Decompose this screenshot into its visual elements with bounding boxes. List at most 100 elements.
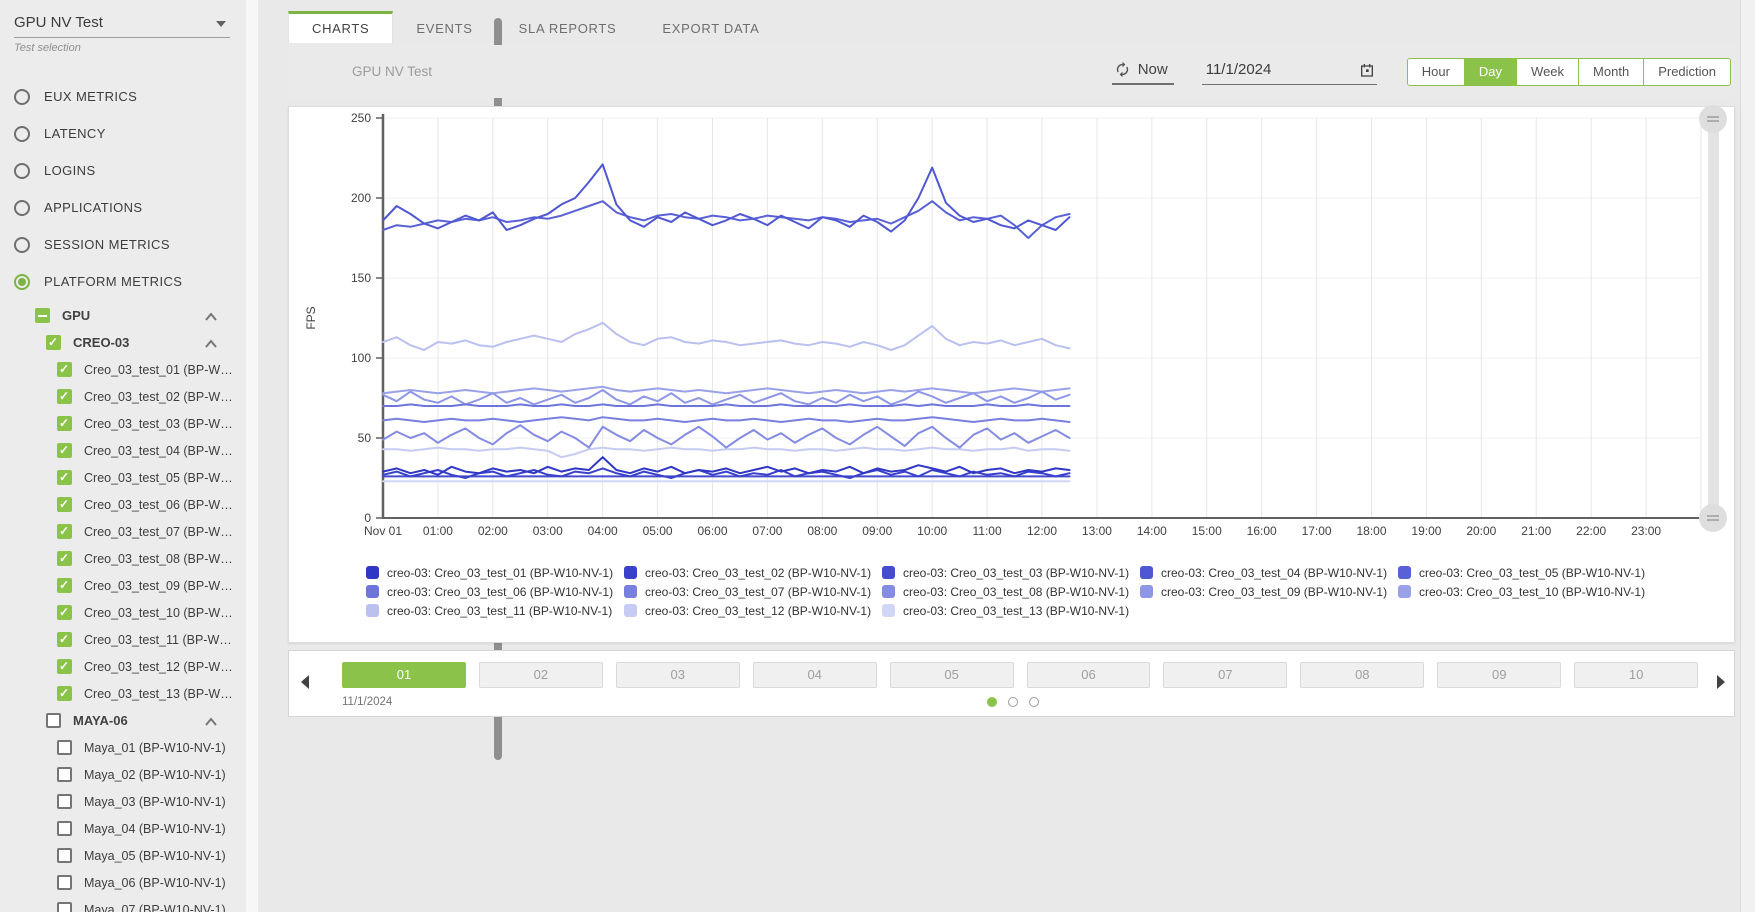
tree-test-item[interactable]: Creo_03_test_10 (BP-W10-NV-1) [14,599,246,626]
test-selector-dropdown[interactable]: GPU NV Test Test selection [14,14,230,54]
tree-test-item[interactable]: Creo_03_test_05 (BP-W10-NV-1) [14,464,246,491]
checkbox-checked-icon[interactable] [57,389,72,404]
tree-test-item[interactable]: Maya_04 (BP-W10-NV-1) [14,815,246,842]
tree-test-item[interactable]: Creo_03_test_03 (BP-W10-NV-1) [14,410,246,437]
day-tile-05[interactable]: 05 [890,662,1014,688]
tree-host-creo-03[interactable]: CREO-03 [14,329,246,356]
day-tile-01[interactable]: 01 [342,662,466,688]
legend-item-creo-03-test-13-bp-w10-nv-1[interactable]: creo-03: Creo_03_test_13 (BP-W10-NV-1) [882,604,1140,618]
metric-radio-logins[interactable]: LOGINS [14,152,246,189]
tree-test-item[interactable]: Creo_03_test_01 (BP-W10-NV-1) [14,356,246,383]
legend-item-creo-03-test-07-bp-w10-nv-1[interactable]: creo-03: Creo_03_test_07 (BP-W10-NV-1) [624,585,882,599]
checkbox-checked-icon[interactable] [57,632,72,647]
checkbox-checked-icon[interactable] [57,578,72,593]
tree-test-item[interactable]: Maya_07 (BP-W10-NV-1) [14,896,246,912]
tree-test-item[interactable]: Creo_03_test_09 (BP-W10-NV-1) [14,572,246,599]
tree-group-gpu[interactable]: GPU [14,302,246,329]
pagination-dot-3[interactable] [1029,697,1039,707]
tree-test-item[interactable]: Creo_03_test_12 (BP-W10-NV-1) [14,653,246,680]
tree-test-item[interactable]: Maya_03 (BP-W10-NV-1) [14,788,246,815]
tree-test-item[interactable]: Creo_03_test_06 (BP-W10-NV-1) [14,491,246,518]
checkbox-checked-icon[interactable] [57,551,72,566]
page-prev-arrow-icon[interactable] [301,675,309,689]
checkbox-unchecked-icon[interactable] [57,767,72,782]
tree-test-item[interactable]: Creo_03_test_08 (BP-W10-NV-1) [14,545,246,572]
vertical-zoom-slider-handle-bottom[interactable] [1699,504,1727,532]
pagination-dot-2[interactable] [1008,697,1018,707]
range-button-prediction[interactable]: Prediction [1643,59,1730,85]
tree-test-item[interactable]: Creo_03_test_07 (BP-W10-NV-1) [14,518,246,545]
checkbox-unchecked-icon[interactable] [57,848,72,863]
legend-item-creo-03-test-09-bp-w10-nv-1[interactable]: creo-03: Creo_03_test_09 (BP-W10-NV-1) [1140,585,1398,599]
checkbox-unchecked-icon[interactable] [57,794,72,809]
tree-test-item[interactable]: Maya_05 (BP-W10-NV-1) [14,842,246,869]
calendar-icon[interactable] [1359,62,1375,78]
checkbox-unchecked-icon[interactable] [57,740,72,755]
legend-item-creo-03-test-11-bp-w10-nv-1[interactable]: creo-03: Creo_03_test_11 (BP-W10-NV-1) [366,604,624,618]
metric-radio-session-metrics[interactable]: SESSION METRICS [14,226,246,263]
range-button-day[interactable]: Day [1464,59,1516,85]
day-tile-03[interactable]: 03 [616,662,740,688]
day-tile-08[interactable]: 08 [1300,662,1424,688]
checkbox-indeterminate-icon[interactable] [35,308,50,323]
range-button-hour[interactable]: Hour [1408,59,1464,85]
metric-radio-eux-metrics[interactable]: EUX METRICS [14,78,246,115]
tree-test-item[interactable]: Maya_06 (BP-W10-NV-1) [14,869,246,896]
day-tile-10[interactable]: 10 [1574,662,1698,688]
chevron-up-icon[interactable] [204,717,218,727]
sidebar-scrollbar-track[interactable] [246,0,258,912]
day-tile-09[interactable]: 09 [1437,662,1561,688]
vertical-zoom-slider-track[interactable] [1708,119,1719,518]
range-button-month[interactable]: Month [1578,59,1643,85]
legend-item-creo-03-test-02-bp-w10-nv-1[interactable]: creo-03: Creo_03_test_02 (BP-W10-NV-1) [624,566,882,580]
checkbox-checked-icon[interactable] [57,659,72,674]
metric-radio-platform-metrics[interactable]: PLATFORM METRICS [14,263,246,300]
day-tile-02[interactable]: 02 [479,662,603,688]
checkbox-checked-icon[interactable] [57,524,72,539]
tree-host-maya-06[interactable]: MAYA-06 [14,707,246,734]
metric-radio-applications[interactable]: APPLICATIONS [14,189,246,226]
tree-test-item[interactable]: Maya_02 (BP-W10-NV-1) [14,761,246,788]
tab-sla-reports[interactable]: SLA REPORTS [496,11,640,43]
legend-item-creo-03-test-08-bp-w10-nv-1[interactable]: creo-03: Creo_03_test_08 (BP-W10-NV-1) [882,585,1140,599]
tab-events[interactable]: EVENTS [393,11,495,43]
metric-radio-latency[interactable]: LATENCY [14,115,246,152]
checkbox-unchecked-icon[interactable] [57,902,72,912]
legend-item-creo-03-test-10-bp-w10-nv-1[interactable]: creo-03: Creo_03_test_10 (BP-W10-NV-1) [1398,585,1656,599]
checkbox-unchecked-icon[interactable] [57,875,72,890]
chevron-up-icon[interactable] [204,339,218,349]
checkbox-checked-icon[interactable] [46,335,61,350]
checkbox-checked-icon[interactable] [57,686,72,701]
legend-item-creo-03-test-12-bp-w10-nv-1[interactable]: creo-03: Creo_03_test_12 (BP-W10-NV-1) [624,604,882,618]
checkbox-unchecked-icon[interactable] [46,713,61,728]
legend-item-creo-03-test-01-bp-w10-nv-1[interactable]: creo-03: Creo_03_test_01 (BP-W10-NV-1) [366,566,624,580]
now-button[interactable]: Now [1112,58,1174,85]
date-field[interactable]: 11/1/2024 [1202,58,1377,85]
tree-test-item[interactable]: Creo_03_test_13 (BP-W10-NV-1) [14,680,246,707]
pagination-dot-1[interactable] [987,697,997,707]
tree-test-item[interactable]: Creo_03_test_02 (BP-W10-NV-1) [14,383,246,410]
page-next-arrow-icon[interactable] [1717,675,1725,689]
tab-charts[interactable]: CHARTS [288,11,393,43]
legend-item-creo-03-test-05-bp-w10-nv-1[interactable]: creo-03: Creo_03_test_05 (BP-W10-NV-1) [1398,566,1656,580]
checkbox-unchecked-icon[interactable] [57,821,72,836]
test-selector-value[interactable]: GPU NV Test [14,14,230,38]
checkbox-checked-icon[interactable] [57,416,72,431]
tree-test-item[interactable]: Creo_03_test_11 (BP-W10-NV-1) [14,626,246,653]
day-tile-07[interactable]: 07 [1163,662,1287,688]
day-tile-06[interactable]: 06 [1027,662,1151,688]
legend-item-creo-03-test-06-bp-w10-nv-1[interactable]: creo-03: Creo_03_test_06 (BP-W10-NV-1) [366,585,624,599]
chevron-up-icon[interactable] [204,312,218,322]
legend-item-creo-03-test-03-bp-w10-nv-1[interactable]: creo-03: Creo_03_test_03 (BP-W10-NV-1) [882,566,1140,580]
checkbox-checked-icon[interactable] [57,497,72,512]
tab-export-data[interactable]: EXPORT DATA [639,11,782,43]
window-scrollbar-track[interactable] [1740,0,1755,912]
day-tile-04[interactable]: 04 [753,662,877,688]
checkbox-checked-icon[interactable] [57,362,72,377]
legend-item-creo-03-test-04-bp-w10-nv-1[interactable]: creo-03: Creo_03_test_04 (BP-W10-NV-1) [1140,566,1398,580]
checkbox-checked-icon[interactable] [57,605,72,620]
tree-test-item[interactable]: Maya_01 (BP-W10-NV-1) [14,734,246,761]
checkbox-checked-icon[interactable] [57,470,72,485]
checkbox-checked-icon[interactable] [57,443,72,458]
tree-test-item[interactable]: Creo_03_test_04 (BP-W10-NV-1) [14,437,246,464]
